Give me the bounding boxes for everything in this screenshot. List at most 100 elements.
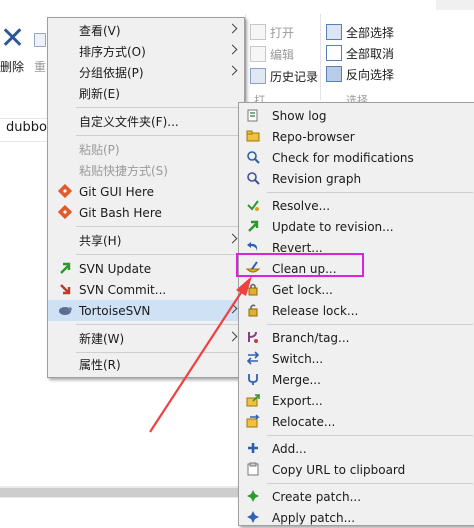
menu-item-label: Copy URL to clipboard (272, 462, 406, 477)
menu-item-group-by[interactable]: 分组依据(P) (48, 62, 244, 83)
menu-item-label: Apply patch... (272, 510, 356, 525)
invert-selection-label: 反向选择 (346, 67, 395, 82)
copy-icon[interactable] (34, 30, 46, 50)
rename-label: 重 (34, 59, 47, 74)
branch-icon (248, 331, 258, 343)
menu-item-git-gui[interactable]: Git GUI Here (48, 181, 244, 202)
repo-browser-icon (246, 130, 260, 142)
menu-separator (76, 135, 242, 136)
menu-item-label: 粘贴快捷方式(S) (79, 164, 168, 178)
menu-item-tortoisesvn[interactable]: TortoiseSVN (48, 300, 244, 321)
edit-icon (250, 46, 266, 62)
history-icon (250, 68, 266, 84)
menu-item-label: 共享(H) (79, 234, 122, 248)
select-none-icon (326, 45, 342, 61)
open-label: 打开 (270, 25, 295, 40)
invert-selection-icon (326, 66, 342, 82)
menu-item-label: Git Bash Here (79, 205, 162, 220)
ribbon-separator (320, 14, 321, 100)
menu-item-switch[interactable]: Switch... (239, 348, 474, 369)
menu-item-label: Revision graph (272, 171, 362, 186)
menu-item-sort-by[interactable]: 排序方式(O) (48, 41, 244, 62)
select-all-button[interactable]: 全部选择 (326, 22, 394, 42)
menu-item-relocate[interactable]: Relocate... (239, 411, 474, 432)
menu-item-git-bash[interactable]: Git Bash Here (48, 202, 244, 223)
apply-patch-icon (247, 511, 259, 523)
check-modifications-icon (247, 151, 260, 164)
menu-item-apply-patch[interactable]: Apply patch... (239, 507, 474, 528)
menu-item-new[interactable]: 新建(W) (48, 328, 244, 349)
chevron-right-icon (227, 23, 238, 34)
git-icon (58, 184, 72, 198)
menu-item-label: 新建(W) (79, 332, 125, 346)
menu-item-label: Update to revision... (272, 219, 394, 234)
window-corner (436, 0, 474, 10)
menu-item-release-lock[interactable]: Release lock... (239, 300, 474, 321)
highlight-box (236, 253, 364, 277)
menu-item-paste[interactable]: 粘贴(P) (48, 139, 244, 160)
menu-item-resolve[interactable]: Resolve... (239, 195, 474, 216)
menu-item-copy-url[interactable]: Copy URL to clipboard (239, 459, 474, 480)
open-icon (250, 24, 266, 40)
menu-item-refresh[interactable]: 刷新(E) (48, 83, 244, 104)
select-none-label: 全部取消 (346, 46, 395, 61)
menu-item-add[interactable]: Add... (239, 438, 474, 459)
menu-separator (267, 483, 473, 484)
menu-item-label: Add... (272, 441, 307, 456)
chevron-right-icon (227, 303, 238, 314)
scrollbar-thumb[interactable] (0, 488, 250, 497)
menu-item-create-patch[interactable]: Create patch... (239, 486, 474, 507)
chevron-right-icon (227, 44, 238, 55)
menu-item-svn-update[interactable]: SVN Update (48, 258, 244, 279)
clipboard-icon (247, 462, 259, 476)
context-menu: 查看(V) 排序方式(O) 分组依据(P) 刷新(E) 自定义文件夹(F)...… (47, 17, 245, 378)
menu-item-revision-graph[interactable]: Revision graph (239, 168, 474, 189)
resolve-icon (247, 200, 259, 211)
revision-graph-icon (247, 172, 260, 185)
menu-item-export[interactable]: Export... (239, 390, 474, 411)
menu-item-label: 查看(V) (79, 24, 121, 38)
git-icon (58, 205, 72, 219)
edit-button[interactable]: 编辑 (250, 44, 294, 64)
menu-item-share[interactable]: 共享(H) (48, 230, 244, 251)
menu-item-repo-browser[interactable]: Repo-browser (239, 126, 474, 147)
merge-icon (248, 374, 258, 385)
menu-item-view[interactable]: 查看(V) (48, 20, 244, 41)
open-button[interactable]: 打开 (250, 22, 294, 42)
menu-item-merge[interactable]: Merge... (239, 369, 474, 390)
ribbon-separator (245, 14, 246, 100)
select-all-icon (326, 24, 342, 40)
tortoisesvn-submenu: Show log Repo-browser Check for modifica… (238, 102, 474, 526)
menu-item-label: Release lock... (272, 303, 359, 318)
menu-item-customize-folder[interactable]: 自定义文件夹(F)... (48, 111, 244, 132)
menu-item-branch-tag[interactable]: Branch/tag... (239, 327, 474, 348)
menu-item-label: Git GUI Here (79, 184, 155, 199)
show-log-icon (247, 109, 258, 122)
create-patch-icon (247, 490, 259, 502)
edit-label: 编辑 (270, 47, 295, 62)
select-none-button[interactable]: 全部取消 (326, 43, 394, 63)
lock-icon (248, 283, 258, 296)
menu-item-label: TortoiseSVN (79, 303, 151, 318)
menu-item-properties[interactable]: 属性(R) (48, 354, 244, 375)
rename-button[interactable]: 重 (34, 56, 46, 76)
menu-item-show-log[interactable]: Show log (239, 105, 474, 126)
menu-item-svn-commit[interactable]: SVN Commit... (48, 279, 244, 300)
menu-separator (76, 107, 242, 108)
menu-item-update-to-revision[interactable]: Update to revision... (239, 216, 474, 237)
menu-separator (267, 192, 473, 193)
menu-item-label: Switch... (272, 351, 324, 366)
invert-selection-button[interactable]: 反向选择 (326, 64, 394, 84)
menu-item-check-modifications[interactable]: Check for modifications (239, 147, 474, 168)
menu-item-paste-shortcut[interactable]: 粘贴快捷方式(S) (48, 160, 244, 181)
menu-item-label: 分组依据(P) (79, 66, 144, 80)
delete-icon[interactable]: ✕ (0, 24, 25, 54)
menu-item-label: 粘贴(P) (79, 143, 120, 157)
svn-update-icon (60, 262, 71, 274)
address-text: dubbo (6, 120, 47, 135)
menu-item-get-lock[interactable]: Get lock... (239, 279, 474, 300)
history-button[interactable]: 历史记录 (250, 66, 318, 86)
chevron-right-icon (227, 331, 238, 342)
delete-button[interactable]: 删除 (0, 56, 24, 76)
unlock-icon (248, 304, 258, 317)
